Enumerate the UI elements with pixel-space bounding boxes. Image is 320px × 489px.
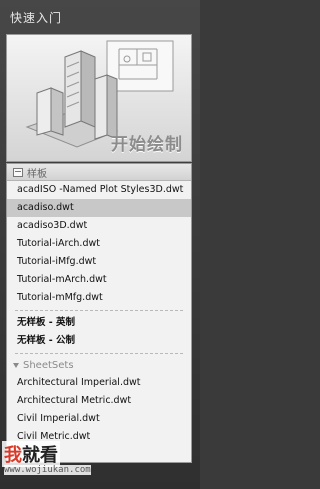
no-template-metric[interactable]: 无样板 - 公制	[7, 332, 191, 350]
start-drawing-tile[interactable]: 开始绘制	[6, 34, 192, 162]
watermark-url: www.wojiukan.com	[4, 465, 91, 475]
template-list-panel: 样板 acadISO -Named Plot Styles3D.dwt acad…	[6, 163, 192, 463]
collapse-triangle-icon	[13, 363, 19, 368]
sheetsets-header-label: SheetSets	[23, 360, 74, 371]
sheetset-item[interactable]: Architectural Metric.dwt	[7, 392, 191, 410]
template-item[interactable]: acadISO -Named Plot Styles3D.dwt	[7, 181, 191, 199]
template-item-selected[interactable]: acadiso.dwt	[7, 199, 191, 217]
watermark-logo: 我就看	[2, 441, 60, 467]
list-divider	[15, 353, 183, 354]
sheetset-item[interactable]: Architectural Imperial.dwt	[7, 374, 191, 392]
template-item[interactable]: Tutorial-iArch.dwt	[7, 235, 191, 253]
start-panel: 快速入门 开始绘制 样板 acadISO -Named Plot Styles3…	[0, 0, 200, 489]
template-item[interactable]: Tutorial-mArch.dwt	[7, 271, 191, 289]
no-template-imperial[interactable]: 无样板 - 英制	[7, 314, 191, 332]
list-divider	[15, 310, 183, 311]
template-icon	[13, 167, 23, 177]
watermark-rest: 就看	[22, 445, 58, 466]
templates-header-label: 样板	[27, 168, 47, 180]
templates-header[interactable]: 样板	[7, 164, 191, 181]
watermark: 我就看 www.wojiukan.com	[0, 437, 200, 489]
template-item[interactable]: Tutorial-iMfg.dwt	[7, 253, 191, 271]
template-item[interactable]: acadiso3D.dwt	[7, 217, 191, 235]
watermark-accent: 我	[4, 445, 22, 466]
sheetset-item[interactable]: Civil Imperial.dwt	[7, 410, 191, 428]
start-drawing-label: 开始绘制	[111, 135, 183, 155]
template-item[interactable]: Tutorial-mMfg.dwt	[7, 289, 191, 307]
sheetsets-header[interactable]: SheetSets	[7, 357, 191, 374]
panel-title: 快速入门	[10, 11, 63, 25]
